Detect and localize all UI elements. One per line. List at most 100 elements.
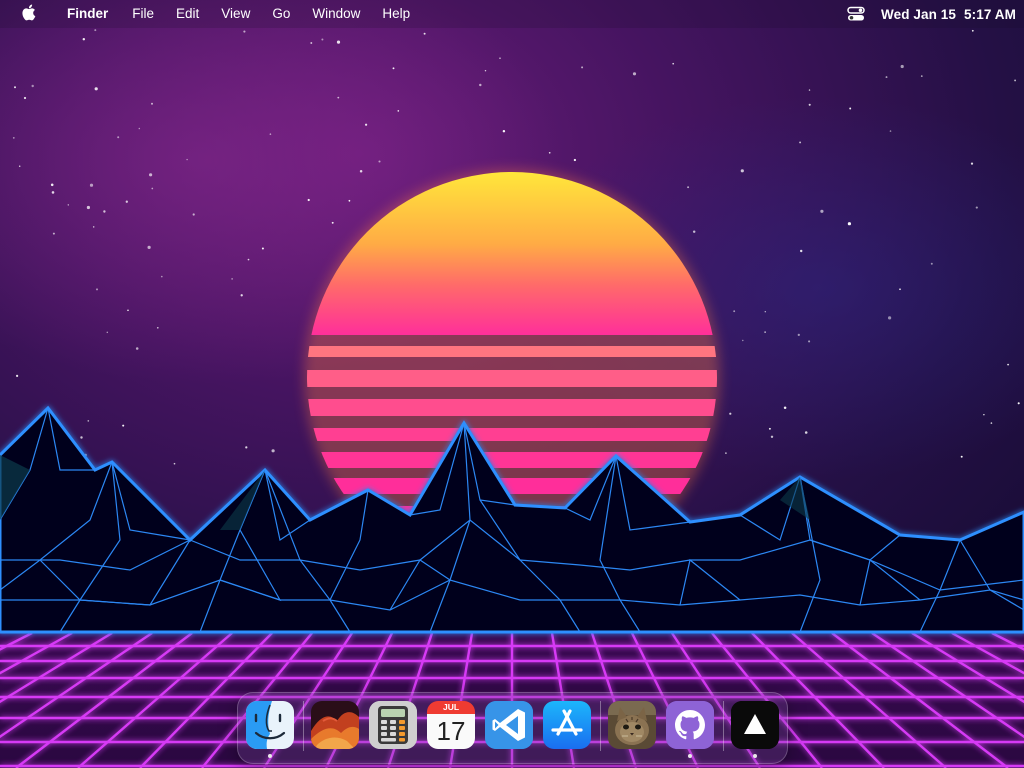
star: [87, 420, 90, 422]
star: [67, 204, 70, 206]
star: [31, 84, 34, 88]
star: [378, 160, 381, 163]
star: [240, 294, 243, 297]
vercel-icon[interactable]: [731, 701, 779, 749]
star: [900, 64, 904, 69]
star: [742, 339, 744, 342]
star: [247, 258, 250, 261]
running-indicator: [268, 754, 272, 758]
menu-file[interactable]: File: [121, 0, 165, 28]
cat-photo-icon[interactable]: [608, 701, 656, 749]
dock: JUL 17: [237, 692, 788, 764]
star: [885, 76, 888, 79]
star: [484, 69, 487, 72]
star: [740, 169, 744, 173]
menu-app-name[interactable]: Finder: [60, 0, 121, 28]
clock-time: 5:17 AM: [964, 6, 1016, 22]
star: [80, 436, 83, 439]
star: [117, 136, 120, 139]
menu-edit[interactable]: Edit: [165, 0, 210, 28]
star: [423, 32, 426, 35]
star: [321, 38, 324, 41]
star: [808, 103, 811, 106]
star: [23, 96, 27, 100]
star: [245, 446, 248, 449]
star: [804, 431, 808, 434]
running-indicator: [753, 754, 757, 758]
clock-date: Wed Jan 15: [880, 6, 957, 22]
star: [173, 462, 176, 465]
star: [1007, 363, 1010, 366]
star: [261, 247, 264, 250]
star: [971, 29, 974, 32]
star: [231, 278, 233, 280]
star: [348, 199, 351, 202]
star: [797, 333, 800, 337]
star: [271, 449, 275, 453]
star: [18, 165, 21, 168]
star: [138, 127, 141, 130]
star: [692, 230, 696, 233]
star: [94, 29, 97, 32]
star: [930, 262, 933, 265]
star: [336, 40, 341, 44]
star: [51, 191, 55, 194]
star: [359, 169, 363, 173]
dock-separator: [303, 701, 304, 751]
vscode-icon[interactable]: [485, 701, 533, 749]
star: [799, 141, 802, 144]
star: [95, 288, 99, 291]
menu-clock[interactable]: Wed Jan 15 5:17 AM: [881, 7, 1016, 22]
star: [783, 406, 787, 409]
star: [975, 206, 978, 209]
star: [764, 310, 767, 313]
finder-icon[interactable]: [246, 701, 294, 749]
star: [849, 107, 852, 110]
star: [135, 347, 139, 350]
app-store-icon[interactable]: [543, 701, 591, 749]
star: [764, 331, 766, 333]
star: [186, 158, 188, 161]
star: [687, 186, 690, 189]
monterey-icon[interactable]: [311, 701, 359, 749]
star: [581, 66, 584, 69]
menu-go[interactable]: Go: [261, 0, 301, 28]
calculator-icon[interactable]: [369, 701, 417, 749]
star: [156, 326, 159, 329]
github-icon[interactable]: [666, 701, 714, 749]
apple-logo-icon[interactable]: [10, 4, 46, 24]
menu-bar: Finder File Edit View Go Window Help Wed…: [0, 0, 1024, 28]
star: [1017, 402, 1020, 405]
star: [847, 222, 852, 226]
calendar-icon[interactable]: JUL 17: [427, 701, 475, 749]
star: [151, 102, 153, 105]
menu-window[interactable]: Window: [301, 0, 371, 28]
star: [889, 130, 892, 132]
star: [573, 158, 577, 162]
star: [94, 87, 98, 91]
star: [770, 435, 774, 439]
calendar-day: 17: [427, 714, 475, 749]
control-center-icon[interactable]: [845, 5, 867, 23]
dock-separator: [723, 701, 724, 751]
star: [970, 162, 974, 165]
calendar-month: JUL: [427, 701, 475, 714]
star: [632, 72, 637, 76]
star: [725, 452, 727, 454]
star: [392, 67, 395, 70]
menu-view[interactable]: View: [210, 0, 261, 28]
star: [15, 374, 19, 378]
star: [983, 414, 985, 416]
star: [122, 424, 125, 427]
star: [89, 183, 94, 187]
star: [127, 309, 129, 312]
star: [960, 455, 963, 458]
star: [729, 412, 732, 415]
star: [364, 123, 368, 126]
menu-help[interactable]: Help: [371, 0, 421, 28]
star: [92, 226, 95, 228]
star: [50, 183, 54, 187]
star: [243, 30, 246, 33]
star: [899, 288, 901, 291]
star: [151, 187, 154, 190]
